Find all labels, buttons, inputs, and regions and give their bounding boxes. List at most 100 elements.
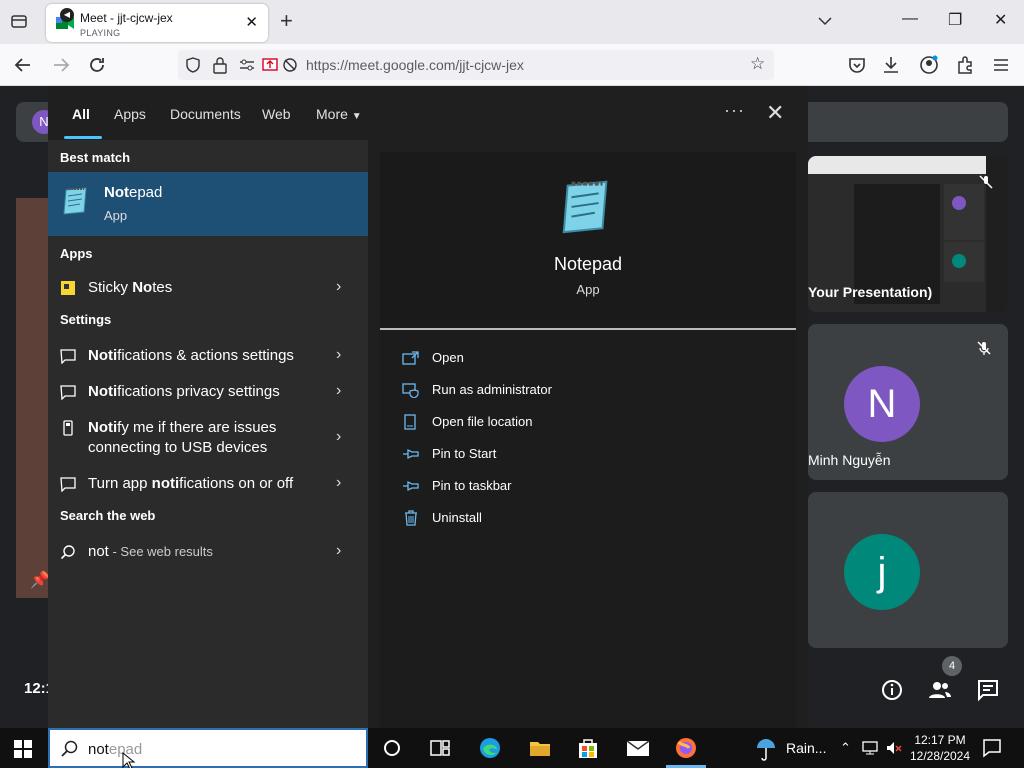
- browser-tab-bar: ◀ Meet - jjt-cjcw-jex PLAYING ✕ + — ❐ ✕: [0, 0, 1024, 44]
- best-match-item[interactable]: Notepad App: [48, 172, 368, 236]
- tab-more[interactable]: More ▼: [316, 106, 362, 122]
- bookmark-star-icon[interactable]: ☆: [750, 54, 765, 74]
- best-match-header: Best match: [60, 150, 131, 165]
- message-icon: [60, 385, 76, 400]
- search-icon: [60, 545, 75, 560]
- pin-icon: [403, 480, 419, 492]
- presenter-tile[interactable]: 📌: [16, 198, 50, 598]
- close-tab-icon[interactable]: ✕: [245, 13, 258, 31]
- chat-icon[interactable]: [976, 678, 1000, 702]
- participant-tile[interactable]: N Minh Nguyễn: [808, 324, 1008, 480]
- list-item-sticky-notes[interactable]: Sticky Notes ›: [48, 278, 368, 302]
- weather-text[interactable]: Rain...: [786, 740, 826, 756]
- sticky-notes-icon: [61, 281, 75, 295]
- detail-app-name: Notepad: [553, 254, 623, 274]
- taskbar-clock[interactable]: 12:17 PM 12/28/2024: [908, 732, 972, 764]
- camera-blocked-icon[interactable]: [282, 57, 298, 73]
- chevron-down-icon[interactable]: [816, 12, 834, 30]
- chevron-right-icon[interactable]: ›: [336, 542, 341, 560]
- list-item-label: Notifications & actions settings: [88, 346, 338, 366]
- list-item-notifications-privacy[interactable]: Notifications privacy settings ›: [48, 382, 368, 406]
- windows-start-icon[interactable]: [14, 740, 32, 758]
- taskbar: notepad Rain... ⌃ 12:17 PM 12/28/2024: [0, 728, 1024, 768]
- notepad-icon: [63, 187, 87, 215]
- search-filter-tabs: All Apps Documents Web More ▼ ··· ✕: [48, 86, 808, 140]
- address-bar[interactable]: https://meet.google.com/jjt-cjcw-jex ☆: [178, 50, 774, 80]
- chevron-right-icon[interactable]: ›: [336, 382, 341, 400]
- permissions-icon[interactable]: [238, 57, 256, 73]
- shield-icon[interactable]: [184, 56, 202, 74]
- people-count-badge: 4: [942, 656, 962, 676]
- chevron-up-icon[interactable]: ⌃: [840, 740, 851, 756]
- participant-tile[interactable]: j: [808, 492, 1008, 648]
- caret-down-icon: ▼: [351, 111, 362, 122]
- tab-apps[interactable]: Apps: [114, 106, 146, 122]
- new-tab-button[interactable]: +: [280, 8, 293, 34]
- meeting-info-icon[interactable]: [880, 678, 904, 702]
- action-pin-to-taskbar[interactable]: Pin to taskbar: [402, 476, 702, 496]
- list-item-turn-app-notifications[interactable]: Turn app notifications on or off ›: [48, 474, 368, 498]
- list-all-tabs-icon[interactable]: [10, 12, 28, 30]
- windows-search-panel: All Apps Documents Web More ▼ ··· ✕ Best…: [48, 86, 808, 728]
- detail-app-type: App: [576, 282, 600, 297]
- web-query: not: [88, 543, 109, 560]
- restore-button[interactable]: ❐: [948, 10, 962, 30]
- action-open[interactable]: Open: [402, 348, 702, 368]
- file-explorer-icon[interactable]: [528, 736, 552, 760]
- list-item-label: not - See web results: [88, 542, 338, 562]
- volume-muted-icon[interactable]: [886, 740, 902, 756]
- chevron-right-icon[interactable]: ›: [336, 278, 341, 296]
- notifications-icon[interactable]: [982, 738, 1002, 758]
- screen-share-icon[interactable]: [262, 57, 278, 73]
- store-icon[interactable]: [576, 736, 600, 760]
- action-label: Pin to taskbar: [432, 478, 512, 493]
- minimize-button[interactable]: —: [902, 10, 918, 28]
- action-open-file-location[interactable]: Open file location: [402, 412, 702, 432]
- back-arrow-icon[interactable]: [12, 54, 34, 76]
- tab-all[interactable]: All: [72, 106, 90, 122]
- network-icon[interactable]: [862, 740, 878, 756]
- reload-icon[interactable]: [86, 54, 108, 76]
- more-options-icon[interactable]: ···: [724, 100, 745, 121]
- extensions-icon[interactable]: [954, 54, 976, 76]
- download-icon[interactable]: [880, 54, 902, 76]
- audio-playing-icon[interactable]: ◀: [60, 8, 74, 22]
- mic-off-icon: [977, 341, 991, 355]
- pin-icon[interactable]: 📌: [30, 570, 50, 590]
- lock-icon[interactable]: [212, 56, 228, 74]
- open-icon: [402, 351, 419, 365]
- firefox-icon[interactable]: [674, 736, 698, 760]
- action-pin-to-start[interactable]: Pin to Start: [402, 444, 702, 464]
- list-item-web-search[interactable]: not - See web results ›: [48, 542, 368, 566]
- weather-rain-icon[interactable]: [754, 738, 778, 762]
- action-label: Run as administrator: [432, 382, 552, 397]
- list-item-label-post: fications privacy settings: [117, 383, 280, 400]
- presentation-tile[interactable]: Your Presentation): [808, 156, 1008, 312]
- forward-arrow-icon[interactable]: [50, 54, 72, 76]
- best-match-name-match: Not: [104, 184, 129, 201]
- account-icon[interactable]: [918, 54, 940, 76]
- menu-hamburger-icon[interactable]: [990, 54, 1012, 76]
- close-icon[interactable]: ✕: [766, 100, 784, 126]
- chevron-right-icon[interactable]: ›: [336, 346, 341, 364]
- task-view-icon[interactable]: [428, 736, 452, 760]
- shield-admin-icon: [402, 383, 419, 398]
- tab-web[interactable]: Web: [262, 106, 291, 122]
- avatar: N: [844, 366, 920, 442]
- chevron-right-icon[interactable]: ›: [336, 474, 341, 492]
- people-icon[interactable]: [928, 678, 952, 702]
- taskbar-search-box[interactable]: notepad: [48, 728, 368, 768]
- mail-icon[interactable]: [626, 736, 650, 760]
- chevron-right-icon[interactable]: ›: [336, 428, 341, 446]
- close-window-button[interactable]: ✕: [994, 10, 1007, 30]
- action-uninstall[interactable]: Uninstall: [402, 508, 702, 528]
- list-item-label-pre: Sticky: [88, 279, 133, 296]
- list-item-notifications-actions[interactable]: Notifications & actions settings ›: [48, 346, 368, 370]
- cortana-icon[interactable]: [380, 736, 404, 760]
- browser-tab-meet[interactable]: ◀ Meet - jjt-cjcw-jex PLAYING ✕: [46, 4, 268, 42]
- list-item-notify-usb[interactable]: Notify me if there are issues connecting…: [48, 418, 368, 462]
- edge-icon[interactable]: [478, 736, 502, 760]
- action-run-as-admin[interactable]: Run as administrator: [402, 380, 702, 400]
- tab-documents[interactable]: Documents: [170, 106, 241, 122]
- pocket-icon[interactable]: [846, 54, 868, 76]
